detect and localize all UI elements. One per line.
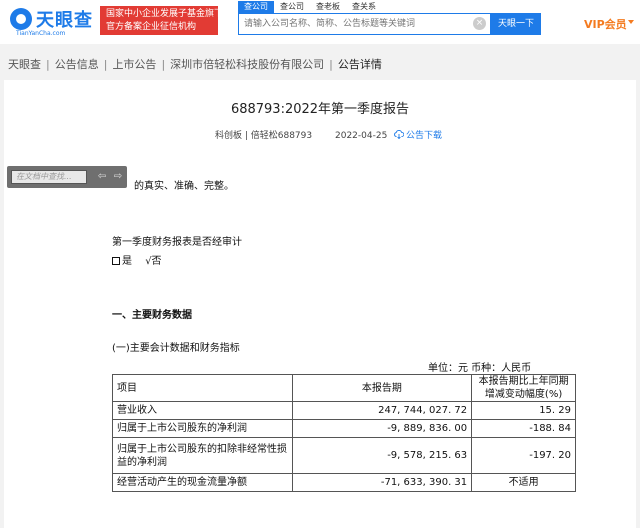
audit-no: √否 — [145, 256, 162, 267]
logo-subtext: TianYanCha.com — [16, 30, 66, 37]
row-item: 归属于上市公司股东的扣除非经常性损益的净利润 — [112, 437, 293, 474]
row-item: 经营活动产生的现金流量净额 — [112, 473, 293, 492]
tab-search-relation[interactable]: 查关系 — [346, 1, 382, 13]
audit-yes: 是 — [122, 256, 132, 267]
financial-table: 项目 本报告期 本报告期比上年同期增减变动幅度(%) 营业收入 247, 744… — [112, 374, 576, 492]
table-row: 归属于上市公司股东的扣除非经常性损益的净利润 -9, 578, 215. 63 … — [112, 437, 576, 474]
arrow-left-icon[interactable]: ⇦ — [95, 170, 109, 184]
body-text-partial: 的真实、准确、完整。 — [134, 181, 234, 192]
search-tabs: 查公司 查公司 查老板 查关系 — [238, 1, 382, 13]
header-change: 本报告期比上年同期增减变动幅度(%) — [471, 374, 576, 402]
board-info: 科创板 | 倍轻松688793 — [215, 131, 313, 141]
search-button[interactable]: 天眼一下 — [491, 13, 541, 35]
document-meta: 科创板 | 倍轻松688793 2022-04-25 — [215, 128, 387, 141]
cloud-download-icon — [394, 130, 404, 139]
row-period: -9, 889, 836. 00 — [291, 419, 473, 438]
publish-date: 2022-04-25 — [335, 131, 388, 141]
logo-text: 天眼查 — [36, 10, 93, 31]
vip-button[interactable]: VIP会员 — [584, 16, 627, 32]
tab-search-company[interactable]: 查公司 — [238, 1, 274, 13]
row-change: -188. 84 — [471, 419, 576, 438]
clear-icon[interactable]: × — [473, 17, 486, 30]
row-change: 15. 29 — [471, 401, 576, 420]
download-label: 公告下载 — [406, 131, 443, 141]
section-heading: 一、主要财务数据 — [112, 310, 192, 321]
tab-search-company-2[interactable]: 查公司 — [274, 1, 310, 13]
chevron-down-icon[interactable] — [628, 20, 634, 24]
table-header-row: 项目 本报告期 本报告期比上年同期增减变动幅度(%) — [112, 374, 576, 402]
breadcrumb: 天眼查 | 公告信息 | 上市公告 | 深圳市倍轻松科技股份有限公司 | 公告详情 — [8, 58, 382, 71]
tab-search-boss[interactable]: 查老板 — [310, 1, 346, 13]
top-header: 天眼查 TianYanCha.com 国家中小企业发展子基金旗下 官方备案企业征… — [0, 0, 640, 44]
download-link[interactable]: 公告下载 — [394, 128, 442, 141]
find-in-document-bar: 在文档中查找... ⇦ ⇨ — [7, 166, 127, 188]
table-row: 归属于上市公司股东的净利润 -9, 889, 836. 00 -188. 84 — [112, 419, 576, 438]
arrow-right-icon[interactable]: ⇨ — [111, 170, 125, 184]
audit-answer: 是 √否 — [112, 252, 162, 267]
badge-line2: 官方备案企业征信机构 — [106, 22, 197, 32]
breadcrumb-home[interactable]: 天眼查 — [8, 58, 41, 71]
subsection-heading: (一)主要会计数据和财务指标 — [112, 343, 240, 354]
row-period: -9, 578, 215. 63 — [291, 437, 473, 474]
breadcrumb-company[interactable]: 深圳市倍轻松科技股份有限公司 — [170, 58, 324, 71]
header-item: 项目 — [112, 374, 293, 402]
find-in-document-input[interactable]: 在文档中查找... — [11, 170, 87, 184]
breadcrumb-current: 公告详情 — [337, 58, 382, 71]
audit-question: 第一季度财务报表是否经审计 — [112, 237, 242, 248]
table-row: 营业收入 247, 744, 027. 72 15. 29 — [112, 401, 576, 420]
row-item: 归属于上市公司股东的净利润 — [112, 419, 293, 438]
table-row: 经营活动产生的现金流量净额 -71, 633, 390. 31 不适用 — [112, 473, 576, 492]
unit-note: 单位：元 币种：人民币 — [428, 363, 532, 374]
logo-eye-icon — [10, 8, 32, 30]
row-change: 不适用 — [471, 473, 576, 492]
search-box: × — [238, 13, 491, 35]
breadcrumb-announcements[interactable]: 公告信息 — [55, 58, 99, 71]
checkbox-icon — [112, 257, 120, 265]
row-change: -197. 20 — [471, 437, 576, 474]
breadcrumb-listing[interactable]: 上市公告 — [112, 58, 156, 71]
header-period: 本报告期 — [291, 374, 473, 402]
search-input[interactable] — [239, 14, 469, 34]
page-title: 688793:2022年第一季度报告 — [230, 102, 410, 117]
certification-badge: 国家中小企业发展子基金旗下 官方备案企业征信机构 — [100, 6, 224, 35]
row-period: -71, 633, 390. 31 — [291, 473, 473, 492]
row-item: 营业收入 — [112, 401, 293, 420]
site-logo[interactable]: 天眼查 TianYanCha.com — [10, 6, 95, 37]
badge-line1: 国家中小企业发展子基金旗下 — [106, 9, 224, 19]
row-period: 247, 744, 027. 72 — [291, 401, 473, 420]
